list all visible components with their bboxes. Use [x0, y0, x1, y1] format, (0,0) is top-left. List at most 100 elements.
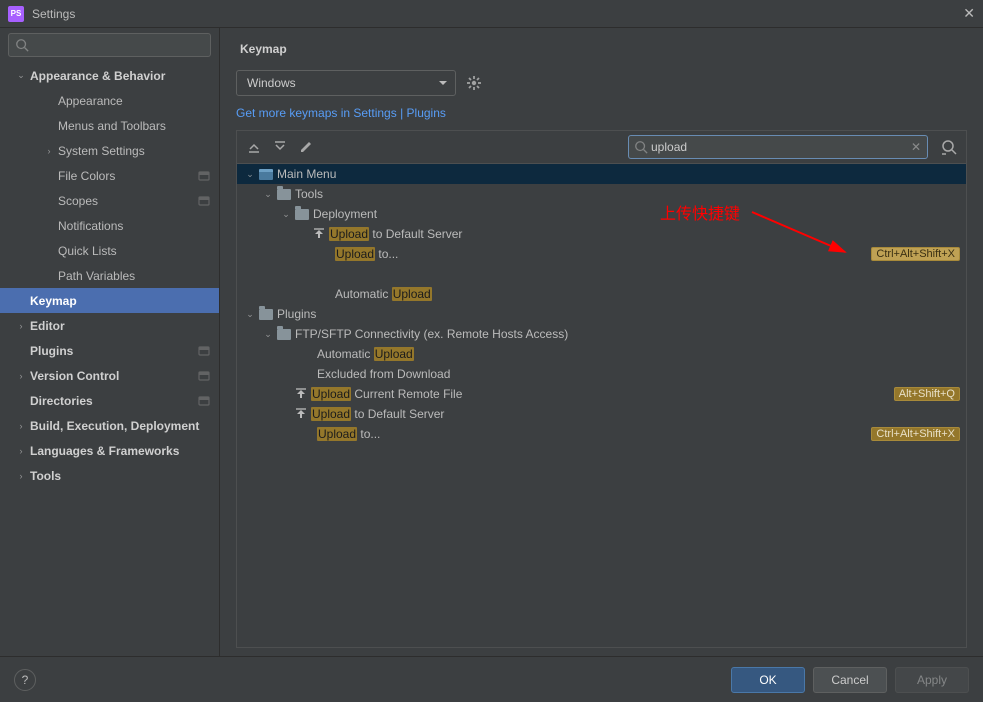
- keymap-search-input[interactable]: upload ✕: [628, 135, 928, 159]
- link-settings[interactable]: Get more keymaps in Settings: [236, 106, 397, 120]
- main-panel: Keymap Windows Get more keymaps in Setti…: [220, 28, 983, 656]
- app-logo-icon: PS: [8, 6, 24, 22]
- sidebar-item[interactable]: ›System Settings: [0, 138, 219, 163]
- project-icon: [197, 394, 211, 408]
- keymap-toolbar: upload ✕: [236, 130, 967, 163]
- sidebar-item-label: Menus and Toolbars: [58, 119, 211, 133]
- shortcut-badge: Ctrl+Alt+Shift+X: [871, 247, 960, 261]
- ok-button[interactable]: OK: [731, 667, 805, 693]
- sidebar-item-label: Version Control: [30, 369, 197, 383]
- project-icon: [197, 194, 211, 208]
- titlebar: PS Settings ✕: [0, 0, 983, 28]
- action-label: Automatic Upload: [335, 287, 960, 301]
- upload-icon: [313, 228, 325, 240]
- sidebar-item-label: Editor: [30, 319, 211, 333]
- action-row[interactable]: ⌄Main Menu: [237, 164, 966, 184]
- action-label: Upload to...: [335, 247, 871, 261]
- action-row[interactable]: Upload to...Ctrl+Alt+Shift+X: [237, 244, 966, 264]
- action-label: Automatic Upload: [317, 347, 960, 361]
- action-label: Tools: [295, 187, 960, 201]
- get-keymaps-link: Get more keymaps in Settings | Plugins: [236, 106, 967, 120]
- action-row[interactable]: Upload Current Remote FileAlt+Shift+Q: [237, 384, 966, 404]
- sidebar-item[interactable]: Plugins: [0, 338, 219, 363]
- sidebar-item[interactable]: Scopes: [0, 188, 219, 213]
- action-label: Plugins: [277, 307, 960, 321]
- sidebar-item-label: Appearance: [58, 94, 211, 108]
- link-plugins[interactable]: Plugins: [407, 106, 446, 120]
- search-value: upload: [651, 140, 687, 154]
- sidebar-item[interactable]: ›Languages & Frameworks: [0, 438, 219, 463]
- sidebar-item[interactable]: Appearance: [0, 88, 219, 113]
- action-row[interactable]: ⌄FTP/SFTP Connectivity (ex. Remote Hosts…: [237, 324, 966, 344]
- sidebar-item[interactable]: Notifications: [0, 213, 219, 238]
- find-by-shortcut-icon[interactable]: [938, 136, 960, 158]
- gear-icon[interactable]: [466, 75, 482, 91]
- sidebar-item[interactable]: ›Tools: [0, 463, 219, 488]
- apply-button[interactable]: Apply: [895, 667, 969, 693]
- action-row[interactable]: Upload to...Ctrl+Alt+Shift+X: [237, 424, 966, 444]
- sidebar-item-label: Languages & Frameworks: [30, 444, 211, 458]
- sidebar-item[interactable]: ⌄Appearance & Behavior: [0, 63, 219, 88]
- folder-icon: [277, 329, 291, 340]
- upload-icon: [295, 408, 307, 420]
- action-label: Main Menu: [277, 167, 960, 181]
- action-label: Deployment: [313, 207, 960, 221]
- keymap-actions-tree[interactable]: ⌄Main Menu⌄Tools⌄Deployment Upload to Def…: [236, 163, 967, 648]
- keymap-scheme-dropdown[interactable]: Windows: [236, 70, 456, 96]
- sidebar-item-label: Directories: [30, 394, 197, 408]
- sidebar-item[interactable]: Keymap: [0, 288, 219, 313]
- clear-icon[interactable]: ✕: [911, 140, 921, 154]
- sidebar-item-label: File Colors: [58, 169, 197, 183]
- action-row[interactable]: [237, 264, 966, 284]
- action-row[interactable]: ⌄Tools: [237, 184, 966, 204]
- sidebar-item[interactable]: Menus and Toolbars: [0, 113, 219, 138]
- dialog-footer: ? OK Cancel Apply: [0, 656, 983, 702]
- sidebar-search-input[interactable]: [8, 33, 211, 57]
- action-row[interactable]: Excluded from Download: [237, 364, 966, 384]
- folder-icon: [295, 209, 309, 220]
- sidebar-item[interactable]: Path Variables: [0, 263, 219, 288]
- sidebar-item-label: System Settings: [58, 144, 211, 158]
- action-label: Upload to Default Server: [311, 407, 960, 421]
- action-row[interactable]: Upload to Default Server: [237, 224, 966, 244]
- project-icon: [197, 369, 211, 383]
- edit-icon[interactable]: [295, 136, 317, 158]
- page-title: Keymap: [240, 42, 967, 56]
- action-label: Upload to Default Server: [329, 227, 960, 241]
- search-icon: [15, 38, 29, 52]
- dropdown-value: Windows: [247, 76, 296, 90]
- sidebar-item[interactable]: Quick Lists: [0, 238, 219, 263]
- action-label: Upload Current Remote File: [311, 387, 894, 401]
- sidebar-item[interactable]: ›Build, Execution, Deployment: [0, 413, 219, 438]
- upload-icon: [295, 388, 307, 400]
- sidebar-item-label: Quick Lists: [58, 244, 211, 258]
- action-row[interactable]: Upload to Default Server: [237, 404, 966, 424]
- action-label: Excluded from Download: [317, 367, 960, 381]
- sidebar-item[interactable]: ›Editor: [0, 313, 219, 338]
- expand-all-icon[interactable]: [243, 136, 265, 158]
- sidebar-item-label: Path Variables: [58, 269, 211, 283]
- close-icon[interactable]: ✕: [963, 5, 975, 22]
- action-row[interactable]: ⌄Plugins: [237, 304, 966, 324]
- menu-icon: [259, 169, 273, 180]
- sidebar-item-label: Keymap: [30, 294, 211, 308]
- sidebar-item-label: Tools: [30, 469, 211, 483]
- sidebar-item-label: Build, Execution, Deployment: [30, 419, 211, 433]
- sidebar-item-label: Scopes: [58, 194, 197, 208]
- action-row[interactable]: ⌄Deployment: [237, 204, 966, 224]
- sidebar-item-label: Appearance & Behavior: [30, 69, 211, 83]
- sidebar-item[interactable]: Directories: [0, 388, 219, 413]
- help-button[interactable]: ?: [14, 669, 36, 691]
- action-label: FTP/SFTP Connectivity (ex. Remote Hosts …: [295, 327, 960, 341]
- sidebar-item[interactable]: File Colors: [0, 163, 219, 188]
- action-row[interactable]: Automatic Upload: [237, 284, 966, 304]
- action-row[interactable]: Automatic Upload: [237, 344, 966, 364]
- cancel-button[interactable]: Cancel: [813, 667, 887, 693]
- search-icon: [634, 140, 648, 154]
- shortcut-badge: Alt+Shift+Q: [894, 387, 960, 401]
- sidebar: ⌄Appearance & Behavior Appearance Menus an…: [0, 28, 220, 656]
- content: ⌄Appearance & Behavior Appearance Menus an…: [0, 28, 983, 656]
- collapse-all-icon[interactable]: [269, 136, 291, 158]
- sidebar-item[interactable]: ›Version Control: [0, 363, 219, 388]
- folder-icon: [277, 189, 291, 200]
